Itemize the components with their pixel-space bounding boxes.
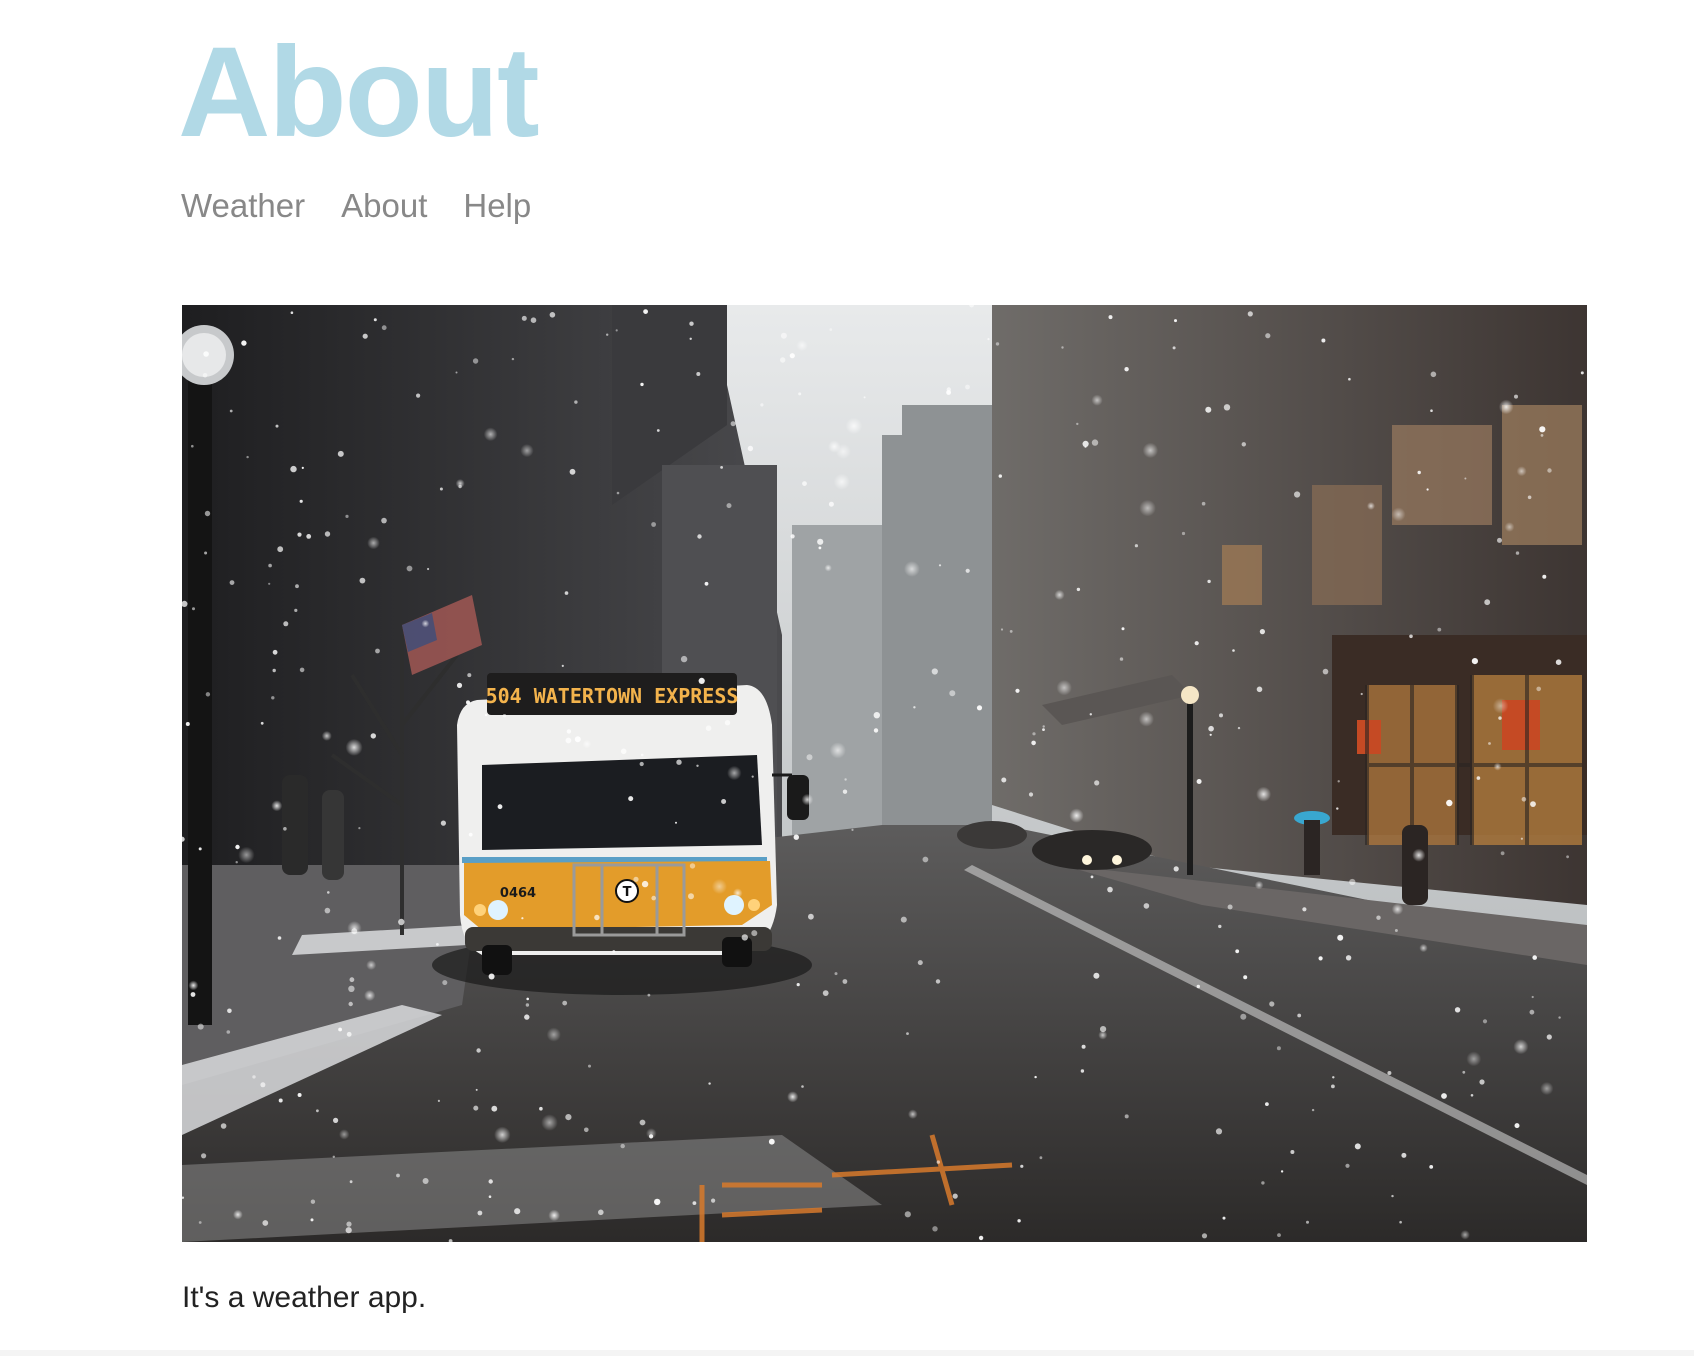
about-description: It's a weather app. <box>182 1281 427 1314</box>
nav-link-about[interactable]: About <box>341 182 427 230</box>
main-nav: Weather About Help <box>181 182 531 230</box>
hero-image: 504 WATERTOWN EXPRESS 0464 T <box>182 305 1587 1242</box>
bus-logo: T <box>623 885 632 900</box>
bus-illustration: 504 WATERTOWN EXPRESS 0464 T <box>432 673 812 995</box>
bus-destination-sign: 504 WATERTOWN EXPRESS <box>486 684 739 708</box>
bus-number: 0464 <box>500 886 536 901</box>
page-title: About <box>178 21 540 164</box>
nav-link-help[interactable]: Help <box>463 182 531 230</box>
page-footer-edge <box>0 1350 1694 1356</box>
nav-link-weather[interactable]: Weather <box>181 182 305 230</box>
snowy-street-illustration: 504 WATERTOWN EXPRESS 0464 T <box>182 305 1587 1242</box>
about-page: About Weather About Help 504 WATERTOWN E… <box>0 0 1694 1356</box>
